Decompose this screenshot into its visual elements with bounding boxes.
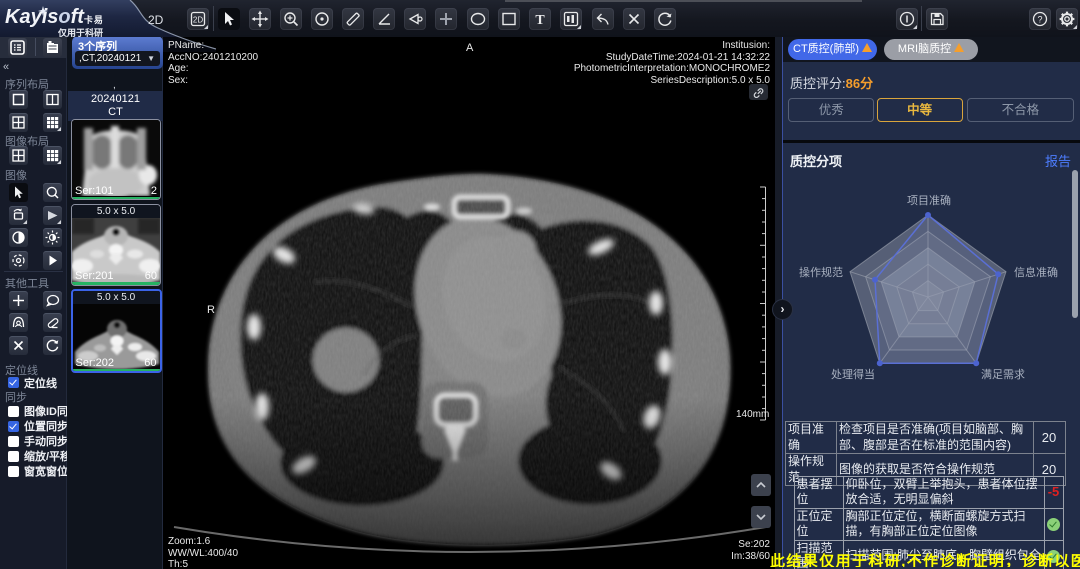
svg-text:2D: 2D — [193, 16, 203, 25]
svg-text:T: T — [535, 13, 545, 28]
svg-text:?: ? — [1037, 15, 1042, 25]
svg-text:满足需求: 满足需求 — [981, 368, 1025, 381]
svg-text:操作规范: 操作规范 — [799, 265, 843, 279]
svg-text:处理得当: 处理得当 — [831, 367, 875, 381]
svg-text:项目准确: 项目准确 — [907, 194, 951, 207]
svg-text:信息准确: 信息准确 — [1014, 265, 1058, 279]
